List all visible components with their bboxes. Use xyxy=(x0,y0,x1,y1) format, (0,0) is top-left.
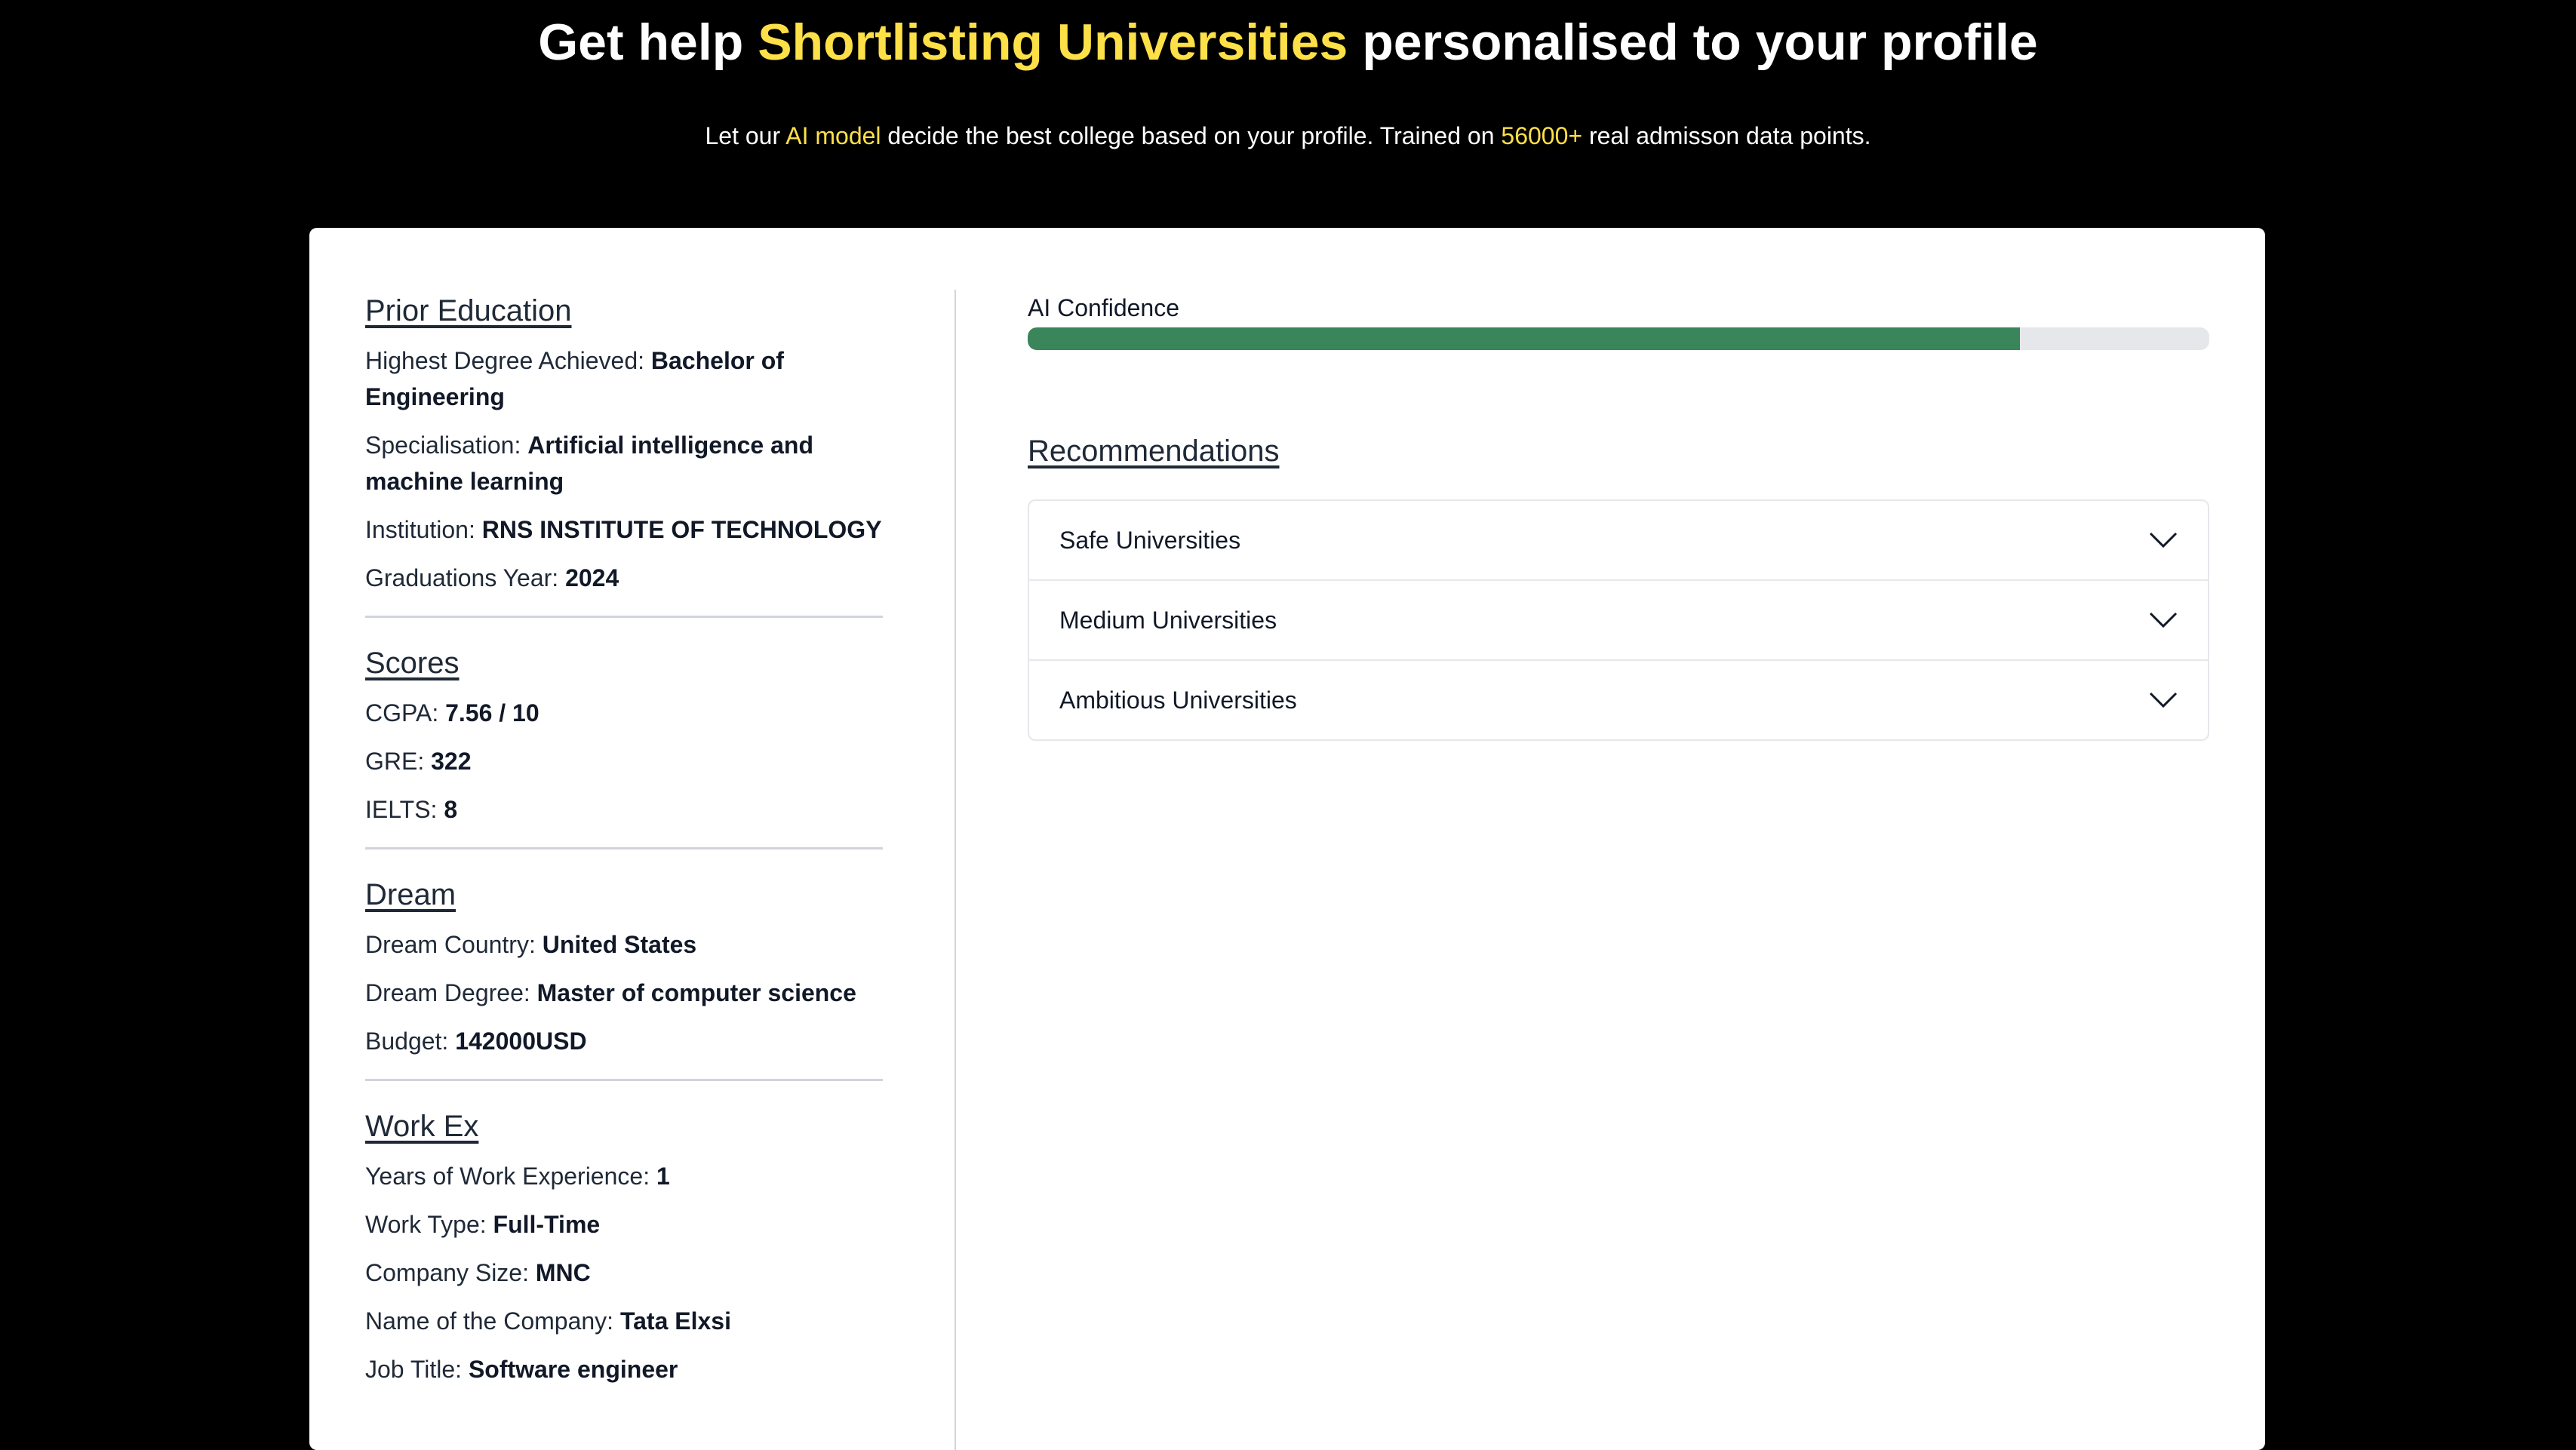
field-label: Job Title: xyxy=(365,1356,469,1383)
subtitle-highlight-count: 56000+ xyxy=(1501,122,1583,149)
field-dream-degree: Dream Degree: Master of computer science xyxy=(365,975,883,1011)
subtitle-part-1: Let our xyxy=(705,122,786,149)
field-label: Name of the Company: xyxy=(365,1307,620,1335)
field-value: Full-Time xyxy=(493,1211,601,1238)
field-graduation-year: Graduations Year: 2024 xyxy=(365,560,883,596)
recommendation-panel: AI Confidence Recommendations Safe Unive… xyxy=(1028,290,2209,741)
accordion-label: Ambitious Universities xyxy=(1059,686,1297,714)
chevron-down-icon xyxy=(2149,612,2178,628)
chevron-down-icon xyxy=(2149,532,2178,548)
subtitle-part-3: real admisson data points. xyxy=(1582,122,1871,149)
field-company-size: Company Size: MNC xyxy=(365,1255,883,1291)
section-title-dream: Dream xyxy=(365,878,456,911)
field-budget: Budget: 142000USD xyxy=(365,1023,883,1059)
accordion-medium-universities[interactable]: Medium Universities xyxy=(1029,581,2208,661)
section-title-scores: Scores xyxy=(365,647,460,680)
accordion-label: Safe Universities xyxy=(1059,526,1241,554)
title-suffix: personalised to your profile xyxy=(1348,14,2038,71)
page-subtitle: Let our AI model decide the best college… xyxy=(0,118,2576,154)
field-specialisation: Specialisation: Artificial intelligence … xyxy=(365,427,883,499)
field-value: 2024 xyxy=(565,564,619,591)
field-label: Specialisation: xyxy=(365,432,528,459)
section-divider xyxy=(365,616,883,618)
recommendations-accordion: Safe Universities Medium Universities Am… xyxy=(1028,499,2209,741)
ai-confidence-bar xyxy=(1028,327,2209,350)
field-work-type: Work Type: Full-Time xyxy=(365,1206,883,1243)
field-institution: Institution: RNS INSTITUTE OF TECHNOLOGY xyxy=(365,511,883,548)
field-label: Institution: xyxy=(365,516,482,543)
field-label: Budget: xyxy=(365,1028,456,1055)
column-divider xyxy=(954,290,956,1450)
field-company-name: Name of the Company: Tata Elxsi xyxy=(365,1303,883,1339)
accordion-safe-universities[interactable]: Safe Universities xyxy=(1029,501,2208,581)
field-value: 322 xyxy=(431,748,472,775)
field-label: Dream Country: xyxy=(365,931,543,958)
ai-confidence-label: AI Confidence xyxy=(1028,294,1180,321)
field-value: MNC xyxy=(535,1259,591,1286)
field-value: 8 xyxy=(444,796,458,823)
field-value: Software engineer xyxy=(468,1356,678,1383)
field-label: Years of Work Experience: xyxy=(365,1163,656,1190)
field-highest-degree: Highest Degree Achieved: Bachelor of Eng… xyxy=(365,343,883,415)
field-gre: GRE: 322 xyxy=(365,743,883,779)
chevron-down-icon xyxy=(2149,692,2178,708)
field-value: United States xyxy=(542,931,697,958)
field-value: 1 xyxy=(656,1163,670,1190)
field-job-title: Job Title: Software engineer xyxy=(365,1351,883,1387)
field-label: Highest Degree Achieved: xyxy=(365,347,651,374)
title-prefix: Get help xyxy=(538,14,758,71)
field-value: 7.56 / 10 xyxy=(445,699,539,727)
field-label: Dream Degree: xyxy=(365,979,537,1006)
title-highlight: Shortlisting Universities xyxy=(758,14,1348,71)
subtitle-highlight-ai-model: AI model xyxy=(785,122,881,149)
field-label: Company Size: xyxy=(365,1259,536,1286)
profile-card: Prior Education Highest Degree Achieved:… xyxy=(309,228,2265,1450)
field-years-experience: Years of Work Experience: 1 xyxy=(365,1158,883,1194)
profile-summary: Prior Education Highest Degree Achieved:… xyxy=(365,290,883,1399)
field-ielts: IELTS: 8 xyxy=(365,791,883,828)
field-label: Work Type: xyxy=(365,1211,493,1238)
page-title: Get help Shortlisting Universities perso… xyxy=(0,11,2576,74)
field-label: IELTS: xyxy=(365,796,444,823)
field-dream-country: Dream Country: United States xyxy=(365,926,883,963)
field-value: Tata Elxsi xyxy=(619,1307,731,1335)
ai-confidence-fill xyxy=(1028,327,2021,350)
recommendations-title: Recommendations xyxy=(1028,435,1280,468)
accordion-label: Medium Universities xyxy=(1059,606,1277,634)
field-value: Master of computer science xyxy=(536,979,856,1006)
field-label: GRE: xyxy=(365,748,432,775)
section-divider xyxy=(365,1079,883,1081)
section-title-work-ex: Work Ex xyxy=(365,1110,479,1143)
field-cgpa: CGPA: 7.56 / 10 xyxy=(365,695,883,731)
field-label: CGPA: xyxy=(365,699,446,727)
field-value: 142000USD xyxy=(455,1028,587,1055)
section-divider xyxy=(365,847,883,849)
field-value: RNS INSTITUTE OF TECHNOLOGY xyxy=(481,516,882,543)
section-title-prior-education: Prior Education xyxy=(365,294,572,327)
accordion-ambitious-universities[interactable]: Ambitious Universities xyxy=(1029,661,2208,739)
field-label: Graduations Year: xyxy=(365,564,566,591)
subtitle-part-2: decide the best college based on your pr… xyxy=(881,122,1502,149)
